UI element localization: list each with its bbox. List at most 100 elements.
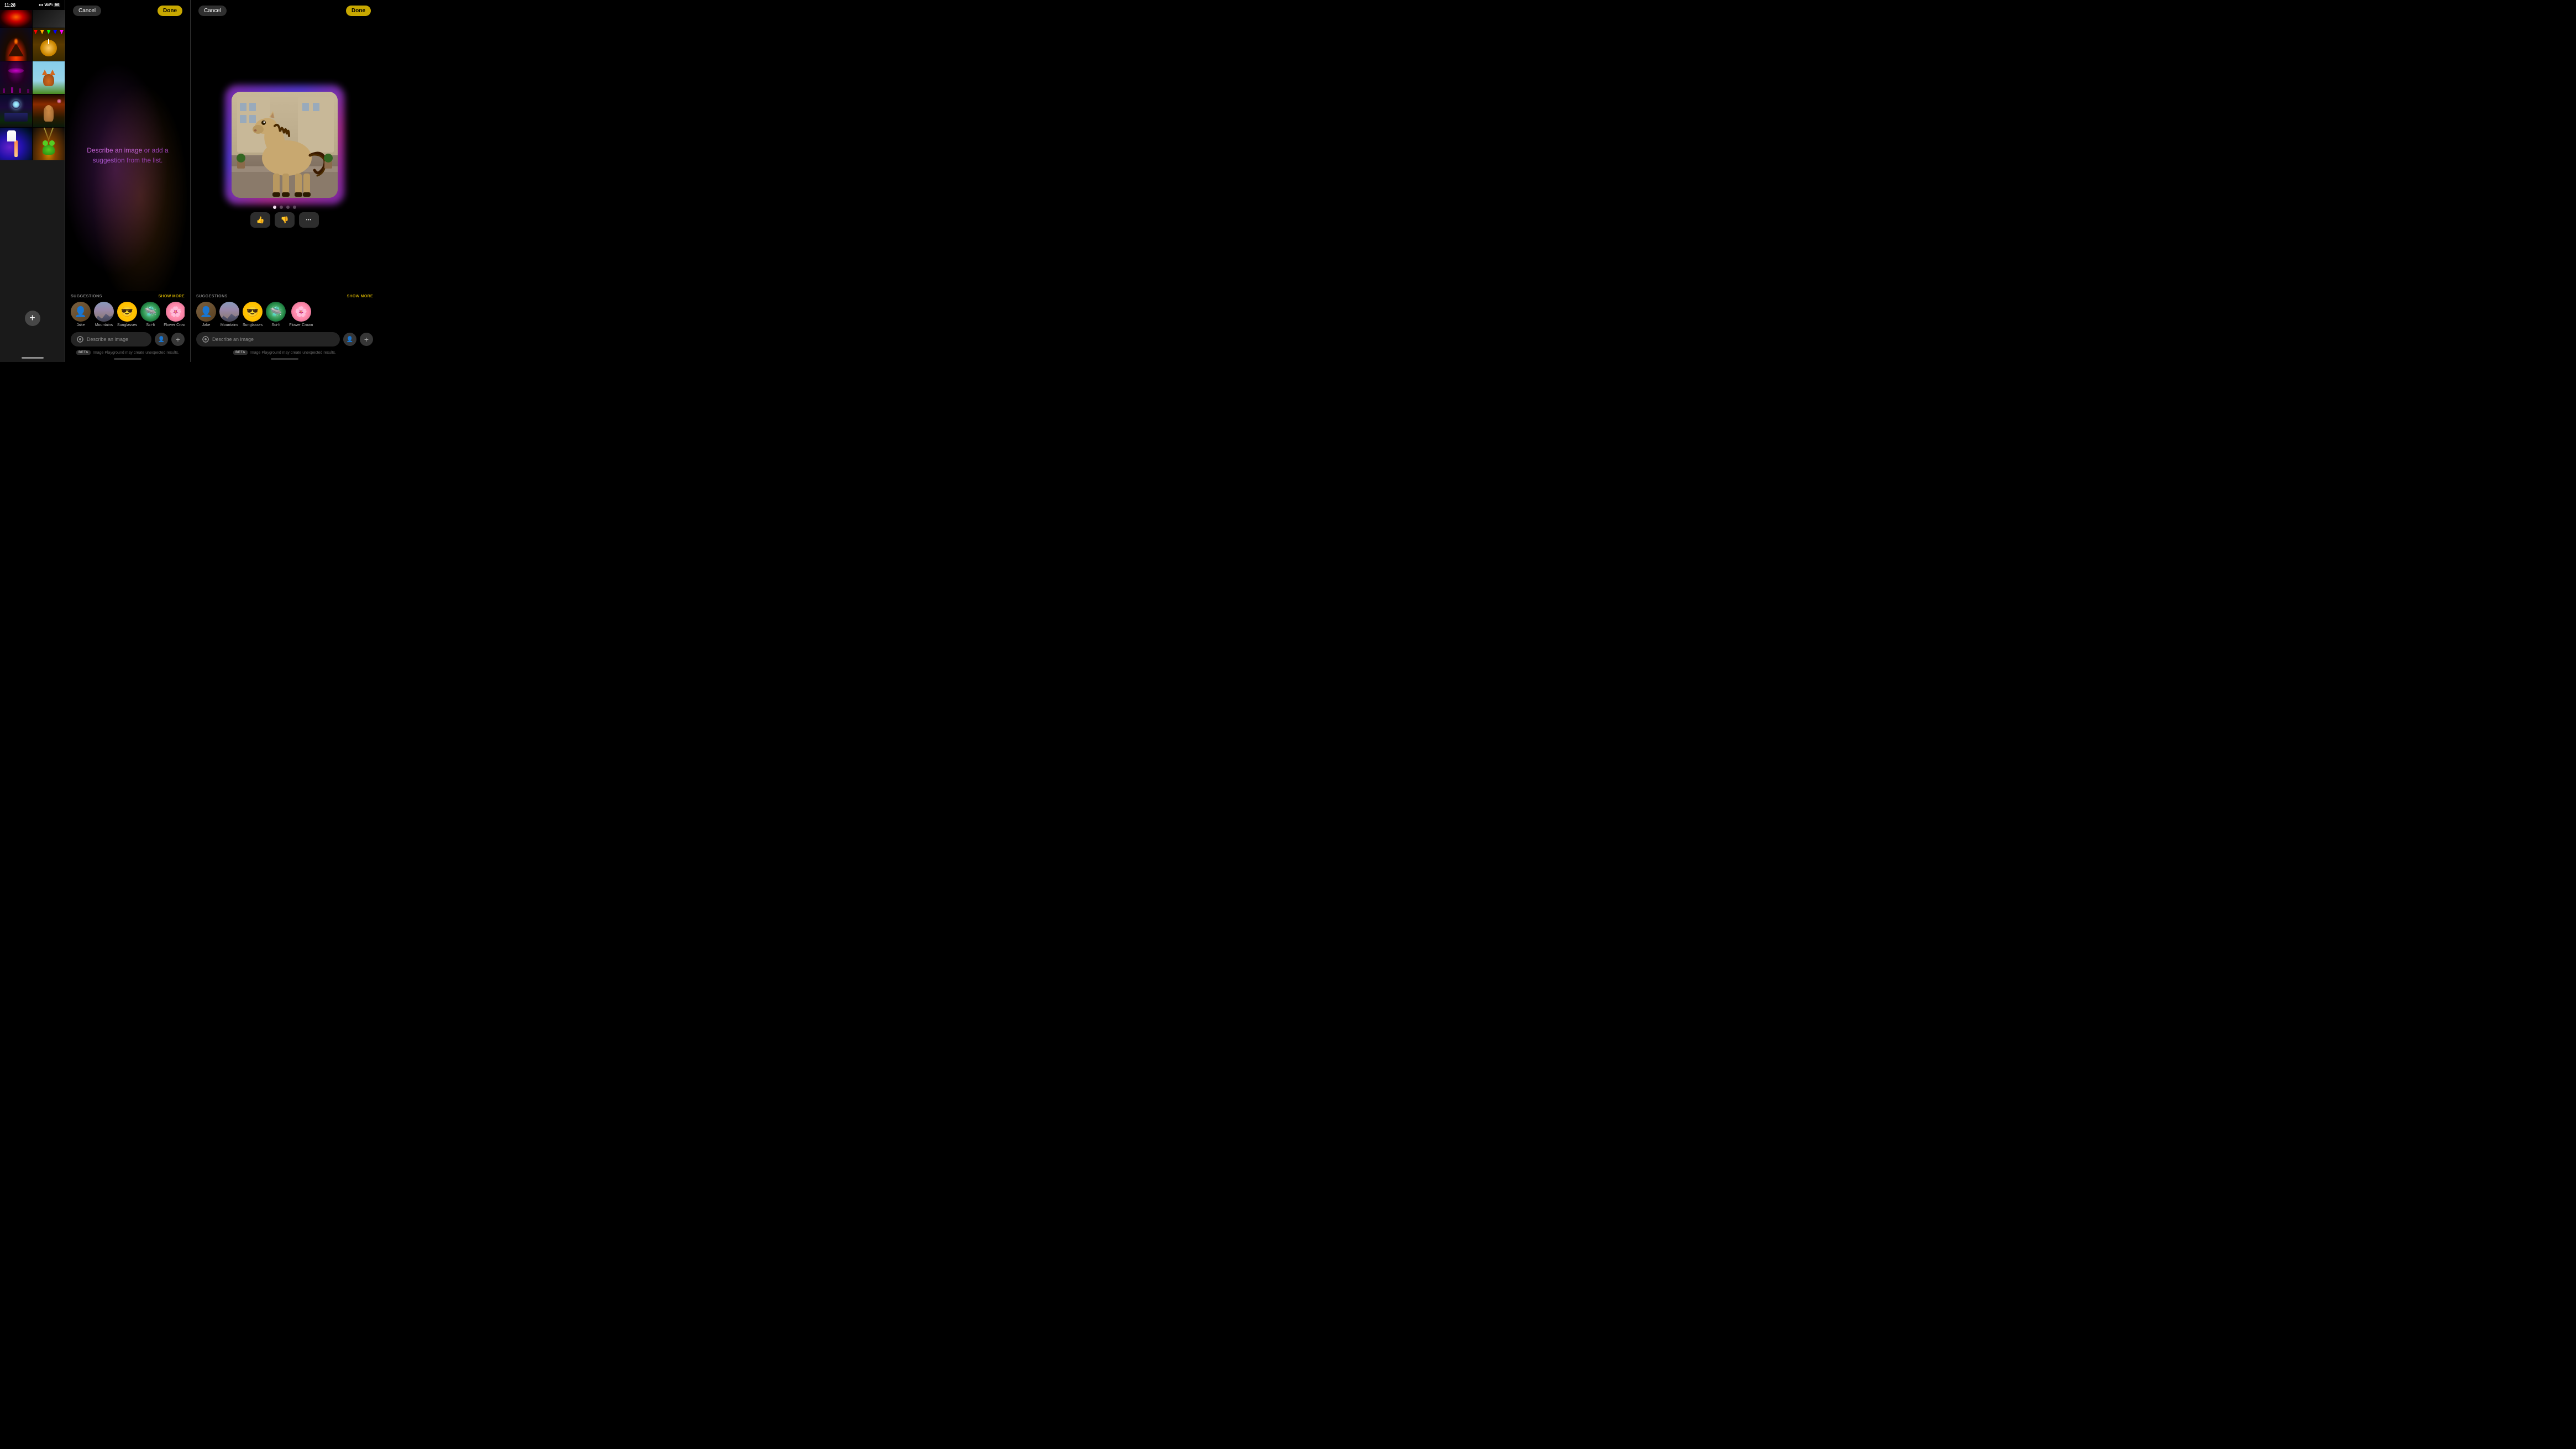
photo-grid-panel: 11:28 ●● WiFi 96 [0,0,65,362]
add-photo-button[interactable] [25,311,40,326]
text-input-container-2[interactable]: Describe an image [196,332,340,347]
input-row: Describe an image [65,329,190,349]
suggestion-scifi-2[interactable]: 🛸 Sci-fi [266,302,286,327]
suggestion-name-sunglasses-2: Sunglasses [243,323,263,327]
text-input-container[interactable]: Describe an image [71,332,151,347]
suggestion-name-scifi: Sci-fi [146,323,155,327]
plus-icon [29,313,35,324]
suggestions-row-2: 👤 Jake Mountains 😎 Sunglasses [196,302,373,327]
suggestion-name-jake-2: Jake [202,323,211,327]
done-button[interactable]: Done [158,6,182,16]
add-button[interactable] [171,333,185,346]
horse-svg [232,92,338,198]
playground-icon-2 [202,335,209,343]
photo-thumbnail[interactable] [33,95,65,127]
suggestions-row: 👤 Jake Mountains 😎 Sunglasses [71,302,185,327]
suggestion-name-jake: Jake [77,323,85,327]
status-time: 11:28 [4,3,15,8]
dot-4[interactable] [293,206,296,209]
photo-thumbnail[interactable] [33,128,65,160]
avatar-sunglasses-2: 😎 [243,302,263,322]
suggestion-sunglasses-2[interactable]: 😎 Sunglasses [243,302,263,327]
more-options-button[interactable]: ••• [299,212,319,228]
photo-thumbnail[interactable] [33,61,65,94]
suggestion-mountains-2[interactable]: Mountains [219,302,239,327]
playground-main-area: Describe an image or add a suggestion fr… [65,19,190,291]
suggestion-scifi[interactable]: 🛸 Sci-fi [140,302,160,327]
suggestion-flowercrown[interactable]: 🌸 Flower Crown [164,302,185,327]
person-icon-2 [347,336,353,343]
suggestions-header: SUGGESTIONS SHOW MORE [71,295,185,298]
playground-horse-main: 👍 👎 ••• [191,19,379,291]
show-more-button[interactable]: SHOW MORE [159,295,185,298]
photo-thumbnail[interactable] [33,10,65,28]
more-icon: ••• [306,218,312,222]
prompt-suggestion: suggestion [93,156,127,164]
suggestion-name-flowercrown-2: Flower Crown [289,323,313,327]
prompt-from: from the list. [127,156,162,164]
playground-horse-header: Cancel Done [191,0,379,19]
bottom-bar [114,358,141,360]
suggestions-section: SUGGESTIONS SHOW MORE 👤 Jake Mountains [65,291,190,329]
person-icon [158,336,165,343]
suggestions-section-2: SUGGESTIONS SHOW MORE 👤 Jake Mountains [191,291,379,329]
suggestion-sunglasses[interactable]: 😎 Sunglasses [117,302,137,327]
photo-thumbnail[interactable] [0,10,32,28]
photo-thumbnail[interactable] [0,95,32,127]
image-playground-horse-panel: Cancel Done [191,0,379,362]
battery-icon: 96 [54,3,60,7]
done-button-2[interactable]: Done [346,6,371,16]
pagination-dots [273,206,296,209]
person-button-2[interactable] [343,333,356,346]
input-placeholder: Describe an image [87,337,146,342]
bottom-bar-2 [271,358,298,360]
status-bar: 11:28 ●● WiFi 96 [0,0,65,10]
show-more-button-2[interactable]: SHOW MORE [347,295,373,298]
suggestion-jake-2[interactable]: 👤 Jake [196,302,216,327]
beta-disclaimer: BETA Image Playground may create unexpec… [65,349,190,358]
photo-thumbnail[interactable] [0,128,32,160]
thumbsdown-icon: 👎 [281,216,289,224]
beta-badge-2: BETA [233,350,248,355]
avatar-flowercrown-2: 🌸 [291,302,311,322]
suggestion-jake[interactable]: 👤 Jake [71,302,91,327]
playground-icon [76,335,84,343]
beta-text-2: Image Playground may create unexpected r… [250,351,336,355]
signal-icon: ●● [39,3,43,7]
suggestion-mountains[interactable]: Mountains [94,302,114,327]
dot-3[interactable] [286,206,290,209]
avatar-scifi-2: 🛸 [266,302,286,322]
playground-header: Cancel Done [65,0,190,19]
status-icons: ●● WiFi 96 [39,3,60,7]
wifi-icon: WiFi [44,3,53,7]
suggestions-label: SUGGESTIONS [71,295,102,298]
person-button[interactable] [155,333,168,346]
suggestions-label-2: SUGGESTIONS [196,295,228,298]
thumbsup-icon: 👍 [256,216,265,224]
avatar-scifi: 🛸 [140,302,160,322]
suggestions-header-2: SUGGESTIONS SHOW MORE [196,295,373,298]
beta-text: Image Playground may create unexpected r… [93,351,179,355]
dot-2[interactable] [280,206,283,209]
thumbsdown-button[interactable]: 👎 [275,212,295,228]
photo-thumbnail[interactable] [0,28,32,61]
add-button-2[interactable] [360,333,373,346]
photo-thumbnail[interactable] [33,28,65,61]
prompt-describe: Describe an image [87,146,142,154]
cancel-button[interactable]: Cancel [73,6,101,16]
image-playground-empty-panel: Cancel Done Describe an image or add a s… [65,0,190,362]
horse-image-container [229,90,340,200]
add-icon-2 [364,335,369,344]
photo-grid [0,10,65,160]
suggestion-flowercrown-2[interactable]: 🌸 Flower Crown [289,302,313,327]
thumbsup-button[interactable]: 👍 [250,212,270,228]
input-placeholder-2: Describe an image [212,337,334,342]
dot-1[interactable] [273,206,276,209]
scroll-indicator [22,357,44,359]
cancel-button-2[interactable]: Cancel [198,6,227,16]
avatar-flowercrown: 🌸 [166,302,185,322]
input-row-2: Describe an image [191,329,379,349]
beta-disclaimer-2: BETA Image Playground may create unexpec… [191,349,379,358]
photo-thumbnail[interactable] [0,61,32,94]
feedback-row: 👍 👎 ••• [250,212,319,228]
